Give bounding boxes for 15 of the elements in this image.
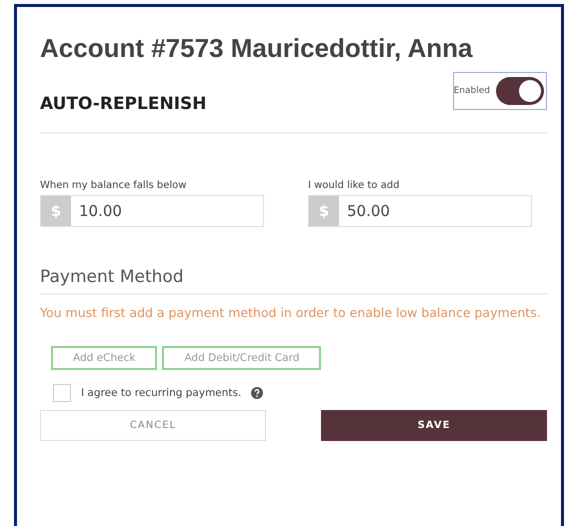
field-label: I would like to add: [308, 180, 400, 191]
payment-method-heading: Payment Method: [40, 267, 547, 295]
help-icon[interactable]: [251, 387, 264, 399]
enabled-toggle[interactable]: Enabled: [452, 72, 547, 110]
account-title: Account #7573 Mauricedottir, Anna: [40, 33, 474, 64]
cancel-button[interactable]: CANCEL: [40, 410, 266, 441]
field-label: When my balance falls below: [40, 180, 188, 191]
agree-label: I agree to recurring payments.: [81, 387, 242, 399]
amount-field[interactable]: $ 10.00: [40, 195, 264, 227]
section-heading: AUTO-REPLENISH: [40, 94, 206, 114]
save-button[interactable]: SAVE: [321, 410, 547, 441]
warning-message: You must first add a payment method in order to enable low balance payments.: [40, 304, 542, 322]
toggle-switch[interactable]: [496, 77, 544, 105]
agree-checkbox[interactable]: [53, 384, 71, 402]
amount-field[interactable]: $ 50.00: [308, 195, 532, 227]
